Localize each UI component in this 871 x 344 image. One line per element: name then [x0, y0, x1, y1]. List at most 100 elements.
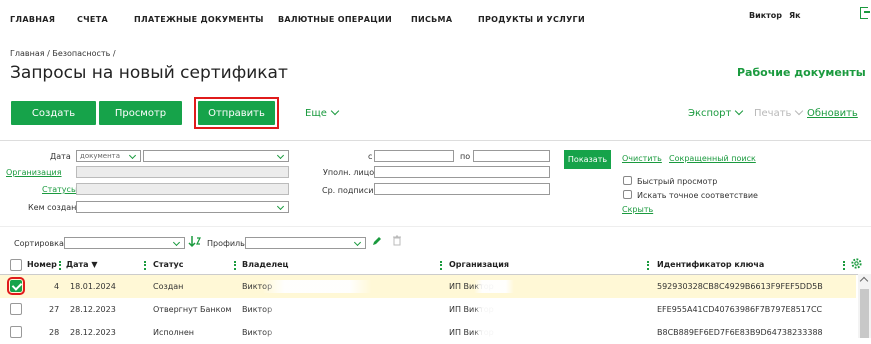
redaction-blur: [474, 326, 514, 339]
export-label: Экспорт: [688, 108, 732, 119]
chevron-down-icon: [795, 106, 804, 116]
show-button[interactable]: Показать: [564, 150, 611, 169]
column-resize-handle[interactable]: [234, 261, 238, 270]
cell-number: 27: [49, 305, 60, 314]
more-menu[interactable]: Еще: [305, 106, 340, 119]
send-button[interactable]: Отправить: [198, 101, 275, 125]
redaction-blur: [262, 280, 372, 293]
chevron-down-icon: [330, 106, 340, 116]
statuses-link[interactable]: Статусы: [42, 185, 77, 194]
export-menu[interactable]: Экспорт: [688, 106, 744, 119]
cell-number: 4: [54, 282, 60, 291]
nav-item-products[interactable]: ПРОДУКТЫ И УСЛУГИ: [478, 15, 585, 24]
organization-field[interactable]: [76, 166, 289, 178]
column-resize-handle[interactable]: [440, 261, 444, 270]
profile-select[interactable]: [245, 237, 366, 249]
page-title: Запросы на новый сертификат: [10, 63, 288, 83]
column-header-number[interactable]: Номер: [27, 260, 57, 269]
select-all-checkbox[interactable]: [10, 259, 22, 271]
print-menu[interactable]: Печать: [754, 106, 804, 119]
view-button[interactable]: Просмотр: [99, 101, 182, 125]
exact-match-checkbox[interactable]: [623, 190, 632, 199]
created-by-label: Кем создан: [28, 203, 77, 212]
gear-icon[interactable]: [850, 257, 863, 270]
row-checkbox[interactable]: [10, 303, 22, 315]
date-period-select[interactable]: [143, 150, 289, 162]
profile-label: Профиль: [207, 239, 245, 248]
cell-date: 28.12.2023: [70, 328, 116, 337]
table-row[interactable]: 4 18.01.2024 Создан Виктор ИП Виктор 592…: [0, 275, 856, 298]
cell-date: 18.01.2024: [70, 282, 116, 291]
nav-item-letters[interactable]: ПИСЬМА: [411, 15, 452, 24]
sort-label: Сортировка: [14, 239, 64, 248]
redaction-blur: [264, 303, 364, 316]
cell-status: Исполнен: [153, 328, 195, 337]
row-checkbox[interactable]: [10, 326, 22, 338]
nav-item-home[interactable]: ГЛАВНАЯ: [10, 15, 55, 24]
column-header-owner[interactable]: Владелец: [242, 260, 288, 269]
signatures-input[interactable]: [374, 183, 550, 195]
column-resize-handle[interactable]: [647, 261, 651, 270]
user-first-name[interactable]: Виктор: [749, 11, 782, 20]
advanced-search-link[interactable]: Сокращенный поиск: [669, 154, 756, 163]
sort-direction-icon[interactable]: [188, 235, 202, 249]
column-header-status[interactable]: Статус: [153, 260, 184, 269]
date-type-select[interactable]: документа: [76, 150, 141, 162]
redaction-blur: [474, 303, 514, 316]
cell-status: Отвергнут Банком: [153, 305, 232, 314]
organization-link[interactable]: Организация: [6, 168, 62, 177]
divider: [0, 140, 871, 141]
logout-icon[interactable]: [860, 7, 870, 19]
date-from-input[interactable]: [374, 150, 454, 162]
table-row[interactable]: 27 28.12.2023 Отвергнут Банком Виктор ИП…: [0, 298, 856, 321]
refresh-link[interactable]: Обновить: [807, 108, 858, 119]
cell-key-id: EFE955A41CD40763986F7B797E8517CC: [657, 305, 823, 314]
created-by-select[interactable]: [76, 201, 289, 213]
create-button[interactable]: Создать: [11, 101, 96, 125]
column-resize-handle[interactable]: [144, 261, 148, 270]
row-checkbox[interactable]: [7, 277, 25, 295]
top-nav: ГЛАВНАЯ СЧЕТА ПЛАТЕЖНЫЕ ДОКУМЕНТЫ ВАЛЮТН…: [0, 0, 871, 40]
cell-key-id: B8CB889EF6ED7F6E83B9D64738233388: [657, 328, 823, 337]
nav-item-payment-docs[interactable]: ПЛАТЕЖНЫЕ ДОКУМЕНТЫ: [134, 15, 264, 24]
trash-icon[interactable]: [392, 235, 402, 246]
cell-date: 28.12.2023: [70, 305, 116, 314]
column-header-organization[interactable]: Организация: [449, 260, 509, 269]
column-resize-handle[interactable]: [843, 261, 847, 270]
cell-number: 28: [49, 328, 60, 337]
table-row[interactable]: 28 28.12.2023 Исполнен Виктор ИП Виктор …: [0, 321, 856, 344]
quick-view-label: Быстрый просмотр: [637, 177, 718, 186]
executor-input[interactable]: [374, 166, 550, 178]
nav-item-accounts[interactable]: СЧЕТА: [77, 15, 108, 24]
redaction-blur: [264, 326, 364, 339]
sort-select[interactable]: [64, 237, 185, 249]
column-header-date[interactable]: Дата ▼: [66, 260, 98, 269]
quick-view-checkbox[interactable]: [623, 176, 632, 185]
user-last-name[interactable]: Як: [789, 11, 801, 20]
clear-link[interactable]: Очистить: [622, 154, 662, 163]
signatures-label: Ср. подписи: [322, 186, 374, 195]
divider: [0, 226, 871, 227]
breadcrumb[interactable]: Главная / Безопасность /: [10, 49, 116, 58]
pencil-icon[interactable]: [372, 236, 382, 246]
date-from-label: с: [368, 152, 373, 161]
exact-match-label: Искать точное соответствие: [637, 191, 758, 200]
nav-item-currency-ops[interactable]: ВАЛЮТНЫЕ ОПЕРАЦИИ: [278, 15, 392, 24]
redaction-blur: [474, 280, 514, 293]
scrollbar-thumb[interactable]: [860, 289, 869, 338]
print-label: Печать: [754, 108, 792, 119]
hide-link[interactable]: Скрыть: [622, 205, 653, 214]
executor-label: Уполн. лицо: [323, 168, 375, 177]
date-to-input[interactable]: [473, 150, 550, 162]
cell-status: Создан: [153, 282, 184, 291]
chevron-down-icon: [735, 106, 744, 116]
statuses-field[interactable]: [76, 183, 289, 195]
date-label: Дата: [50, 152, 71, 161]
column-resize-handle[interactable]: [59, 261, 63, 270]
cell-key-id: 592930328CB8C4929B6613F9FEF5DD5B: [657, 282, 823, 291]
work-documents-link[interactable]: Рабочие документы: [737, 66, 866, 79]
column-header-key-id[interactable]: Идентификатор ключа: [657, 260, 764, 269]
date-to-label: по: [460, 152, 471, 161]
more-label: Еще: [305, 108, 327, 119]
table-header: Номер Дата ▼ Статус Владелец Организация…: [0, 256, 871, 275]
